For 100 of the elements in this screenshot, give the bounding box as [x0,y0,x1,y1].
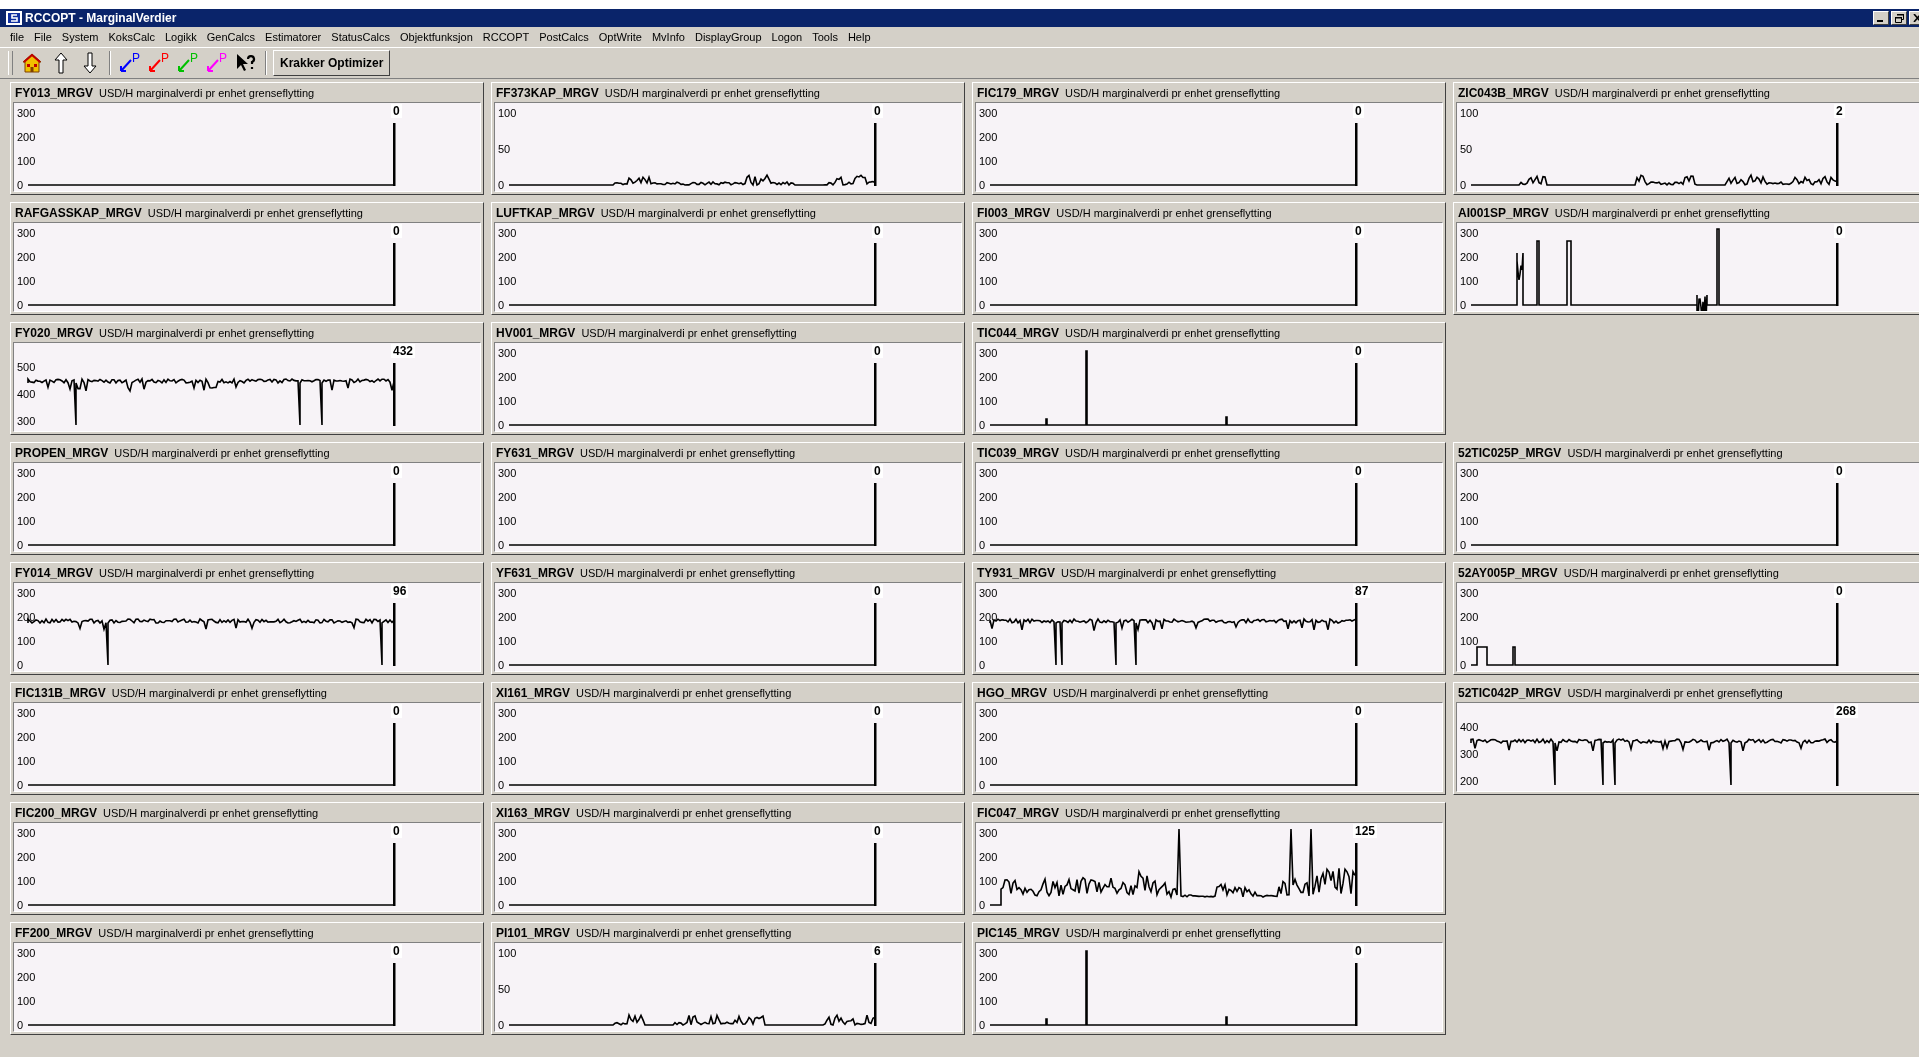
axis-label: 50 [1460,143,1473,155]
menu-item[interactable]: Objektfunksjon [400,31,473,43]
axis-label: 0 [498,779,505,791]
cursor-line [393,363,396,426]
current-value: 0 [1353,344,1364,358]
axis-label: 300 [498,587,517,599]
tag-description: USD/H marginalverdi pr enhet grenseflytting [1061,566,1277,579]
menu-item[interactable]: Logon [771,31,803,43]
tag-name: YF631_MRGV [496,565,575,580]
current-value: 0 [872,584,883,598]
tag-name: TIC039_MRGV [977,445,1060,460]
current-value: 0 [872,344,883,358]
menu-item[interactable]: DisplayGroup [694,31,762,43]
cursor-line [393,843,396,906]
arrow-button[interactable]: P [117,50,143,76]
current-value: 0 [391,464,402,478]
axis-label: 100 [498,515,517,527]
axis-label: 0 [17,299,24,311]
axis-label: 0 [979,1019,986,1031]
menu-item[interactable]: Logikk [164,31,197,43]
axis-label: 300 [17,227,36,239]
axis-label: 100 [979,755,998,767]
axis-label: 0 [1460,539,1467,551]
axis-label: 300 [17,467,36,479]
tag-description: USD/H marginalverdi pr enhet grenseflytting [600,206,816,219]
menu-item[interactable]: OptWrite [598,31,642,43]
current-value: 0 [391,224,402,238]
axis-label: 200 [979,491,998,503]
cursor-line [1355,483,1358,546]
tag-name: FY631_MRGV [496,445,575,460]
menu-item[interactable]: KoksCalc [108,31,155,43]
cursor-line [874,603,877,666]
axis-label: 300 [979,347,998,359]
tag-description: USD/H marginalverdi pr enhet grenseflytting [103,806,319,819]
minimize-button[interactable] [1873,11,1889,25]
axis-label: 300 [17,947,36,959]
tag-name: HGO_MRGV [977,685,1047,700]
cursor-line [874,843,877,906]
menu-item[interactable]: MvInfo [651,31,685,43]
current-value: 432 [391,344,416,358]
axis-label: 0 [979,899,986,911]
optimizer-button[interactable]: Krakker Optimizer [273,50,391,76]
axis-label: 100 [979,395,998,407]
tag-name: FIC131B_MRGV [15,685,106,700]
cursor-line [1836,243,1839,306]
axis-label: 0 [498,659,505,671]
tag-description: USD/H marginalverdi pr enhet grenseflytting [1065,326,1281,339]
current-value: 0 [872,224,883,238]
tag-name: HV001_MRGV [496,325,576,340]
axis-label: 0 [17,899,24,911]
menu-item[interactable]: Tools [812,31,838,43]
current-value: 0 [1353,104,1364,118]
axis-label: 300 [1460,587,1479,599]
menu-item[interactable]: Help [847,31,871,43]
current-value: 87 [1353,584,1371,598]
menu-item[interactable]: Estimatorer [265,31,322,43]
close-icon [1912,14,1919,22]
menu-item[interactable]: PostCalcs [539,31,589,43]
axis-label: 100 [498,875,517,887]
axis-label: 200 [498,611,517,623]
axis-label: 200 [979,851,998,863]
restore-button[interactable] [1891,11,1907,25]
current-value: 0 [1834,464,1845,478]
tag-name: AI001SP_MRGV [1458,205,1549,220]
menu-item[interactable]: System [61,31,99,43]
cursor-line [1836,483,1839,546]
cursor-line [1355,843,1358,906]
menu-item[interactable]: RCCOPT [482,31,530,43]
axis-label: 0 [498,419,505,431]
tag-description: USD/H marginalverdi pr enhet grenseflytting [1065,806,1281,819]
axis-label: 300 [979,587,998,599]
axis-label: 0 [498,1019,505,1031]
cursor-line [393,483,396,546]
current-value: 0 [1353,944,1364,958]
menu-item[interactable]: file [10,31,25,43]
axis-label: 100 [498,395,517,407]
axis-label: 300 [17,707,36,719]
cursor-line [1836,603,1839,666]
tag-name: PI101_MRGV [496,925,571,940]
axis-label: 0 [17,779,24,791]
menu-item[interactable]: File [34,31,52,43]
axis-label: 200 [17,491,36,503]
axis-label: 200 [498,491,517,503]
axis-label: 300 [979,467,998,479]
axis-label: 100 [498,107,517,119]
axis-label: 300 [17,415,36,427]
axis-label: 200 [979,251,998,263]
axis-label: 200 [1460,775,1479,787]
tag-description: USD/H marginalverdi pr enhet grenseflytting [1554,86,1770,99]
axis-label: 200 [498,251,517,263]
axis-label: 300 [498,707,517,719]
axis-label: 0 [979,299,986,311]
axis-label: 0 [1460,179,1467,191]
axis-label: 200 [979,371,998,383]
axis-label: 200 [17,851,36,863]
current-value: 96 [391,584,409,598]
menu-item[interactable]: GenCalcs [206,31,256,43]
axis-label: 0 [17,179,24,191]
axis-label: 400 [17,388,36,400]
menu-item[interactable]: StatusCalcs [331,31,390,43]
